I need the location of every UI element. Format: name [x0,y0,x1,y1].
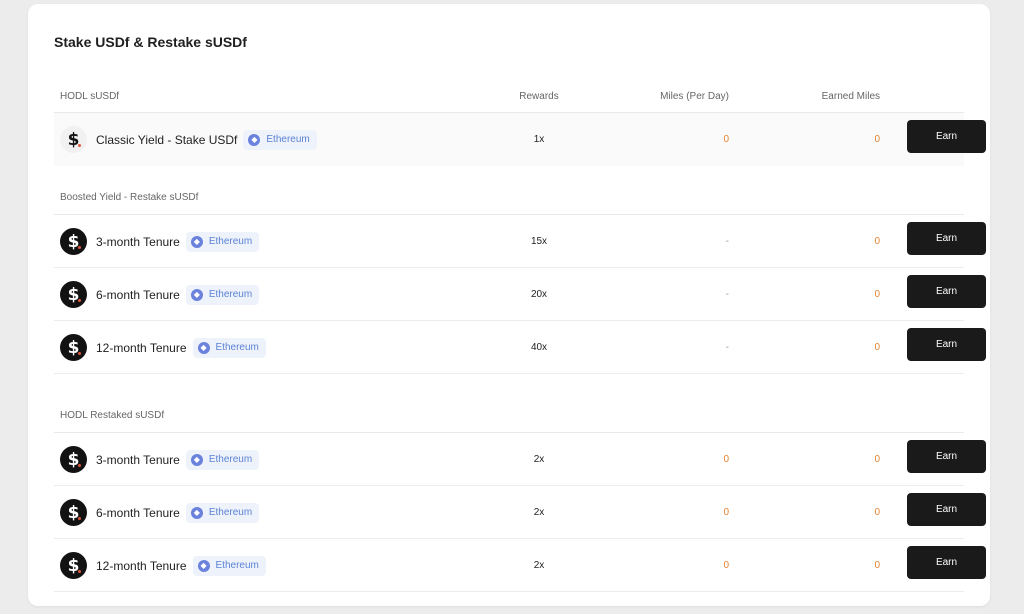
table-row: $ 12-month Tenure ◆ Ethereum 40x - 0 Ear… [54,321,986,374]
network-badge: ◆ Ethereum [185,502,260,523]
earned-miles-value: 0 [874,507,880,518]
section-label: Boosted Yield - Restake sUSDf [60,192,199,203]
susdf-logo-icon: $ [60,499,87,526]
rewards-value: 15x [530,236,548,247]
network-label: Ethereum [208,236,253,247]
miles-value: - [725,289,729,300]
column-header-earned: Earned Miles [821,91,880,102]
earn-button[interactable]: Earn [907,493,986,526]
row-name: Classic Yield - Stake USDf [96,132,238,147]
row-name: 3-month Tenure [96,234,180,249]
row-name: 6-month Tenure [96,505,180,520]
susdf-logo-icon: $ [60,552,87,579]
table-header: HODL sUSDf Rewards Miles (Per Day) Earne… [54,80,964,113]
stake-card: Stake USDf & Restake sUSDf HODL sUSDf Re… [28,4,990,606]
network-label: Ethereum [208,454,253,465]
network-label: Ethereum [215,342,259,353]
network-label: Ethereum [208,289,253,300]
ethereum-icon: ◆ [248,133,261,146]
ethereum-icon: ◆ [197,559,210,572]
earned-miles-value: 0 [874,454,880,465]
network-badge: ◆ Ethereum [185,284,260,305]
susdf-logo-icon: $ [60,228,87,255]
usdf-logo-icon: $ [60,126,87,153]
network-label: Ethereum [208,507,253,518]
earn-button[interactable]: Earn [907,440,986,473]
ethereum-icon: ◆ [190,453,203,466]
table-row: $ 12-month Tenure ◆ Ethereum 2x 0 0 Earn [54,539,986,592]
rewards-value: 2x [533,507,545,518]
earned-miles-value: 0 [874,560,880,571]
earn-button[interactable]: Earn [907,120,986,153]
network-badge: ◆ Ethereum [192,337,266,358]
table-row-classic: $ Classic Yield - Stake USDf ◆ Ethereum … [54,113,986,166]
miles-value: - [725,236,729,247]
miles-value: 0 [723,560,729,571]
earn-button[interactable]: Earn [907,275,986,308]
rewards-value: 1x [533,134,545,145]
earn-button[interactable]: Earn [907,546,986,579]
network-badge: ◆ Ethereum [192,555,266,576]
network-badge: ◆ Ethereum [185,231,260,252]
row-name: 6-month Tenure [96,287,180,302]
section-header-boosted: Boosted Yield - Restake sUSDf [54,166,964,215]
earned-miles-value: 0 [874,289,880,300]
earned-miles-value: 0 [874,134,880,145]
ethereum-icon: ◆ [190,235,203,248]
susdf-logo-icon: $ [60,281,87,308]
row-name: 12-month Tenure [96,558,187,573]
susdf-logo-icon: $ [60,334,87,361]
section-header-hodl-restaked: HODL Restaked sUSDf [54,374,964,433]
ethereum-icon: ◆ [190,506,203,519]
earn-button[interactable]: Earn [907,222,986,255]
table-row: $ 6-month Tenure ◆ Ethereum 20x - 0 Earn [54,268,986,321]
staking-table: HODL sUSDf Rewards Miles (Per Day) Earne… [54,80,986,592]
network-badge: ◆ Ethereum [185,449,260,470]
ethereum-icon: ◆ [197,341,210,354]
miles-value: - [725,342,729,353]
rewards-value: 2x [533,560,545,571]
rewards-value: 40x [530,342,548,353]
row-name: 12-month Tenure [96,340,187,355]
network-label: Ethereum [215,560,259,571]
row-name: 3-month Tenure [96,452,180,467]
earn-button[interactable]: Earn [907,328,986,361]
table-row: $ 3-month Tenure ◆ Ethereum 2x 0 0 Earn [54,433,986,486]
table-row: $ 6-month Tenure ◆ Ethereum 2x 0 0 Earn [54,486,986,539]
miles-value: 0 [723,134,729,145]
rewards-value: 20x [530,289,548,300]
column-header-rewards: Rewards [519,91,559,102]
page-title: Stake USDf & Restake sUSDf [54,34,247,50]
miles-value: 0 [723,507,729,518]
ethereum-icon: ◆ [190,288,203,301]
column-header-miles: Miles (Per Day) [660,91,729,102]
rewards-value: 2x [533,454,545,465]
section-label: HODL Restaked sUSDf [60,410,165,421]
earned-miles-value: 0 [874,236,880,247]
column-header-name: HODL sUSDf [60,91,120,102]
table-row: $ 3-month Tenure ◆ Ethereum 15x - 0 Earn [54,215,986,268]
miles-value: 0 [723,454,729,465]
earned-miles-value: 0 [874,342,880,353]
network-badge: ◆ Ethereum [243,129,317,150]
susdf-logo-icon: $ [60,446,87,473]
network-label: Ethereum [266,134,310,145]
